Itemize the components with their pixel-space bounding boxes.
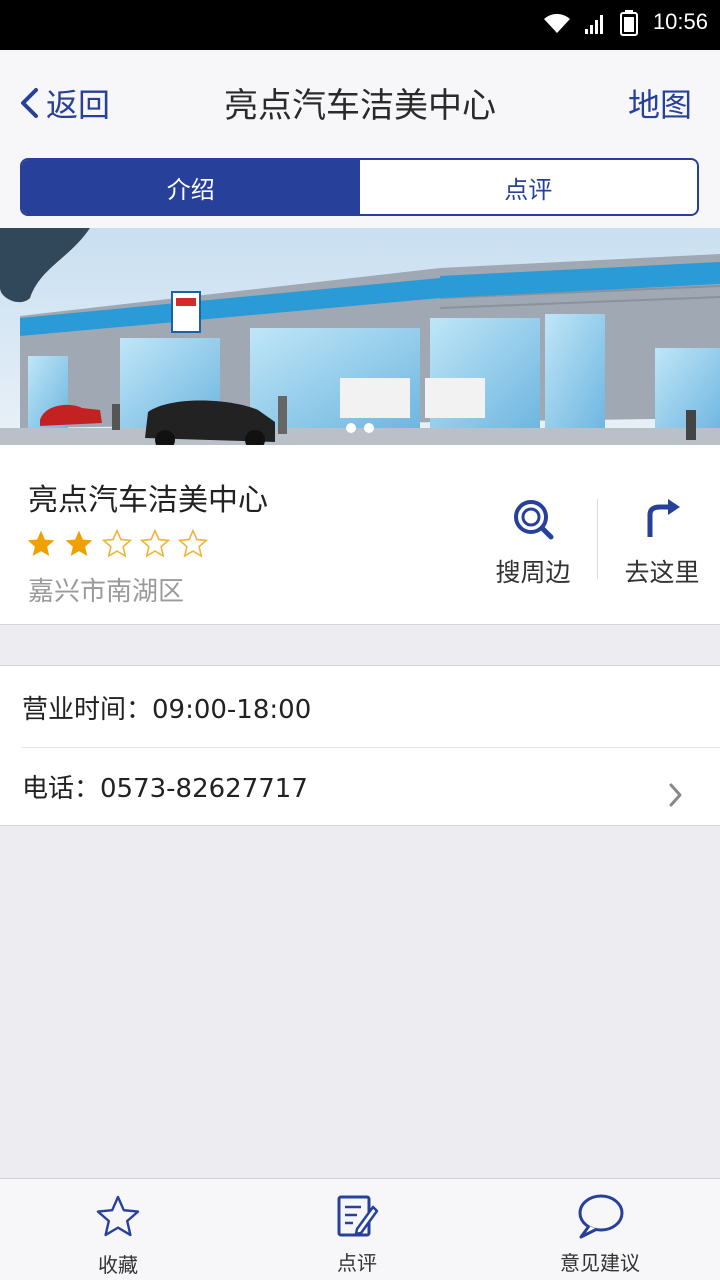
star-empty-icon [139,528,171,558]
turn-right-icon [647,499,680,537]
phone-number: 电话：0573-82627717 [22,773,308,804]
tab-review[interactable]: 点评 [360,160,698,214]
detail-list: 营业时间：09:00-18:00 电话：0573-82627717 [0,665,720,826]
search-nearby-label: 搜周边 [495,558,571,587]
star-empty-icon [101,528,133,558]
wifi-icon [544,13,570,33]
feedback-label: 意见建议 [560,1251,640,1275]
shop-area: 嘉兴市南湖区 [28,577,185,607]
business-hours-row: 营业时间：09:00-18:00 [22,668,720,748]
map-button[interactable]: 地图 [628,80,692,126]
banner-carousel[interactable] [0,228,720,445]
star-filled-icon [27,530,55,556]
go-here-label: 去这里 [624,558,700,587]
carousel-dot [346,423,356,433]
review-button[interactable]: 点评 [287,1193,427,1276]
favorite-button[interactable]: 收藏 [48,1193,188,1278]
segmented-control: 介绍 点评 [20,158,699,216]
tab-bar: 介绍 点评 [0,150,720,228]
carousel-dots [0,423,720,433]
shop-info-card: 亮点汽车洁美中心 嘉兴市南湖区 搜周边 去这里 [0,445,720,625]
battery-icon [620,10,638,36]
go-here-button[interactable]: 去这里 [607,497,717,589]
chevron-right-icon [669,783,682,807]
search-nearby-icon [514,500,554,540]
carousel-dot [364,423,374,433]
status-icons [542,10,638,36]
review-label: 点评 [337,1251,377,1275]
signal-icon [585,15,603,34]
star-filled-icon [65,530,93,556]
business-hours: 营业时间：09:00-18:00 [22,695,312,725]
favorite-label: 收藏 [98,1253,138,1277]
status-bar: 10:56 [0,0,720,50]
star-icon [96,1195,140,1237]
nav-bar: 返回 亮点汽车洁美中心 地图 [0,50,720,150]
bottom-toolbar: 收藏 点评 意见建议 [0,1178,720,1280]
status-time: 10:56 [652,9,708,34]
phone-row[interactable]: 电话：0573-82627717 [22,746,720,826]
action-divider [597,499,598,579]
shop-name: 亮点汽车洁美中心 [28,483,268,518]
storefront-image [0,228,720,445]
feedback-button[interactable]: 意见建议 [530,1193,670,1276]
star-empty-icon [177,528,209,558]
search-nearby-button[interactable]: 搜周边 [478,497,588,589]
rating-stars [24,528,210,560]
edit-icon [337,1195,379,1237]
tab-intro[interactable]: 介绍 [22,160,360,214]
page-title: 亮点汽车洁美中心 [224,86,496,126]
chat-bubble-icon [578,1194,624,1239]
